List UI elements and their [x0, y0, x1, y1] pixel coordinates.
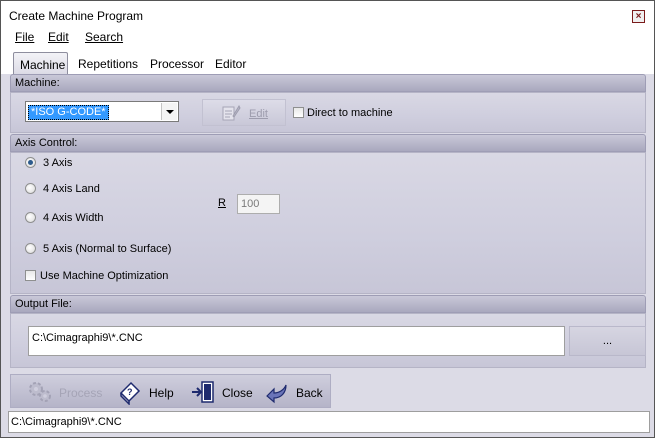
- radio-5-axis[interactable]: [25, 243, 36, 254]
- chevron-down-icon[interactable]: [161, 103, 177, 120]
- tab-machine[interactable]: Machine: [13, 52, 68, 74]
- tab-repetitions[interactable]: Repetitions: [78, 57, 138, 71]
- svg-text:?: ?: [127, 387, 133, 397]
- tab-editor[interactable]: Editor: [215, 57, 246, 71]
- direct-to-machine-label: Direct to machine: [307, 107, 393, 119]
- radio-4-axis-land-label: 4 Axis Land: [43, 183, 100, 195]
- menu-bar: File Edit Search: [1, 27, 654, 47]
- help-button[interactable]: ? Help: [117, 379, 179, 405]
- window-title: Create Machine Program: [9, 9, 144, 23]
- radio-4-axis-land[interactable]: [25, 183, 36, 194]
- edit-document-icon: [222, 104, 241, 121]
- back-button-label: Back: [296, 386, 323, 400]
- radio-3-axis[interactable]: [25, 157, 36, 168]
- close-icon[interactable]: ×: [632, 10, 645, 23]
- back-button[interactable]: Back: [264, 379, 328, 405]
- machine-select-value: *ISO G-CODE*: [28, 105, 109, 120]
- process-button[interactable]: Process: [27, 379, 107, 405]
- tab-processor[interactable]: Processor: [150, 57, 204, 71]
- title-bar: Create Machine Program ×: [1, 1, 654, 27]
- machine-select[interactable]: *ISO G-CODE*: [25, 101, 179, 122]
- axis-control-section-header: Axis Control:: [10, 134, 646, 152]
- process-button-label: Process: [59, 386, 103, 400]
- close-button-label: Close: [222, 386, 253, 400]
- menu-file[interactable]: File: [15, 30, 34, 44]
- menu-file-label: File: [15, 30, 35, 44]
- radio-3-axis-label: 3 Axis: [43, 157, 73, 169]
- browse-button[interactable]: ...: [569, 326, 646, 356]
- menu-edit-label: Edit: [48, 30, 69, 44]
- tab-bar: Machine Repetitions Processor Editor: [1, 47, 654, 74]
- gears-icon: [29, 382, 51, 402]
- machine-optimization-label: Use Machine Optimization: [40, 270, 169, 282]
- output-file-section-header: Output File:: [10, 295, 646, 313]
- r-value-label: R: [218, 197, 226, 209]
- help-book-icon: ?: [119, 381, 141, 405]
- menu-search-label: Search: [85, 30, 124, 44]
- close-button[interactable]: Close: [190, 379, 254, 405]
- help-button-label: Help: [149, 386, 174, 400]
- bottom-toolbar: Process ? Help Close Back: [10, 374, 331, 408]
- machine-optimization-checkbox[interactable]: [25, 270, 36, 281]
- back-arrow-icon: [266, 384, 287, 404]
- direct-to-machine-checkbox[interactable]: [293, 107, 304, 118]
- radio-4-axis-width-label: 4 Axis Width: [43, 212, 104, 224]
- edit-button-label: Edit: [249, 108, 268, 120]
- radio-4-axis-width[interactable]: [25, 212, 36, 223]
- menu-edit[interactable]: Edit: [48, 30, 69, 44]
- status-bar: C:\Cimagraphi9\*.CNC: [8, 411, 650, 433]
- machine-section-header: Machine:: [10, 74, 646, 92]
- edit-button[interactable]: Edit: [202, 99, 286, 126]
- menu-search[interactable]: Search: [85, 30, 123, 44]
- exit-door-icon: [192, 381, 214, 403]
- r-value-input[interactable]: 100: [237, 194, 280, 214]
- output-file-input[interactable]: C:\Cimagraphi9\*.CNC: [28, 326, 565, 356]
- create-machine-program-dialog: Create Machine Program × File Edit Searc…: [0, 0, 655, 438]
- radio-5-axis-label: 5 Axis (Normal to Surface): [43, 243, 172, 255]
